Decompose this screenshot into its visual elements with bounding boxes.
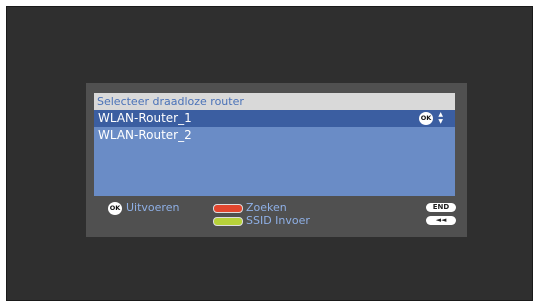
tv-screen: Selecteer draadloze router WLAN-Router_1… [6, 6, 533, 301]
router-name: WLAN-Router_2 [98, 128, 192, 142]
router-item-1[interactable]: WLAN-Router_1 OK ▲ ▼ [94, 110, 455, 127]
up-down-arrows-icon: ▲ ▼ [438, 111, 443, 125]
router-item-2[interactable]: WLAN-Router_2 [94, 127, 455, 144]
router-select-dialog: Selecteer draadloze router WLAN-Router_1… [86, 83, 467, 237]
execute-label: Uitvoeren [126, 201, 180, 214]
router-list: WLAN-Router_1 OK ▲ ▼ WLAN-Router_2 [94, 110, 455, 196]
router-name: WLAN-Router_1 [98, 111, 192, 125]
ssid-input-label: SSID Invoer [246, 214, 310, 227]
yellow-button-icon[interactable] [213, 217, 243, 226]
dialog-title: Selecteer draadloze router [94, 93, 455, 110]
ok-icon: OK [419, 112, 433, 125]
red-button-icon[interactable] [213, 204, 243, 213]
back-key[interactable]: ◄◄ [426, 216, 456, 225]
end-key[interactable]: END [426, 203, 456, 212]
search-label: Zoeken [246, 201, 287, 214]
button-legend: OK Uitvoeren Zoeken SSID Invoer END ◄◄ [86, 199, 467, 237]
ok-button-icon[interactable]: OK [108, 202, 122, 215]
